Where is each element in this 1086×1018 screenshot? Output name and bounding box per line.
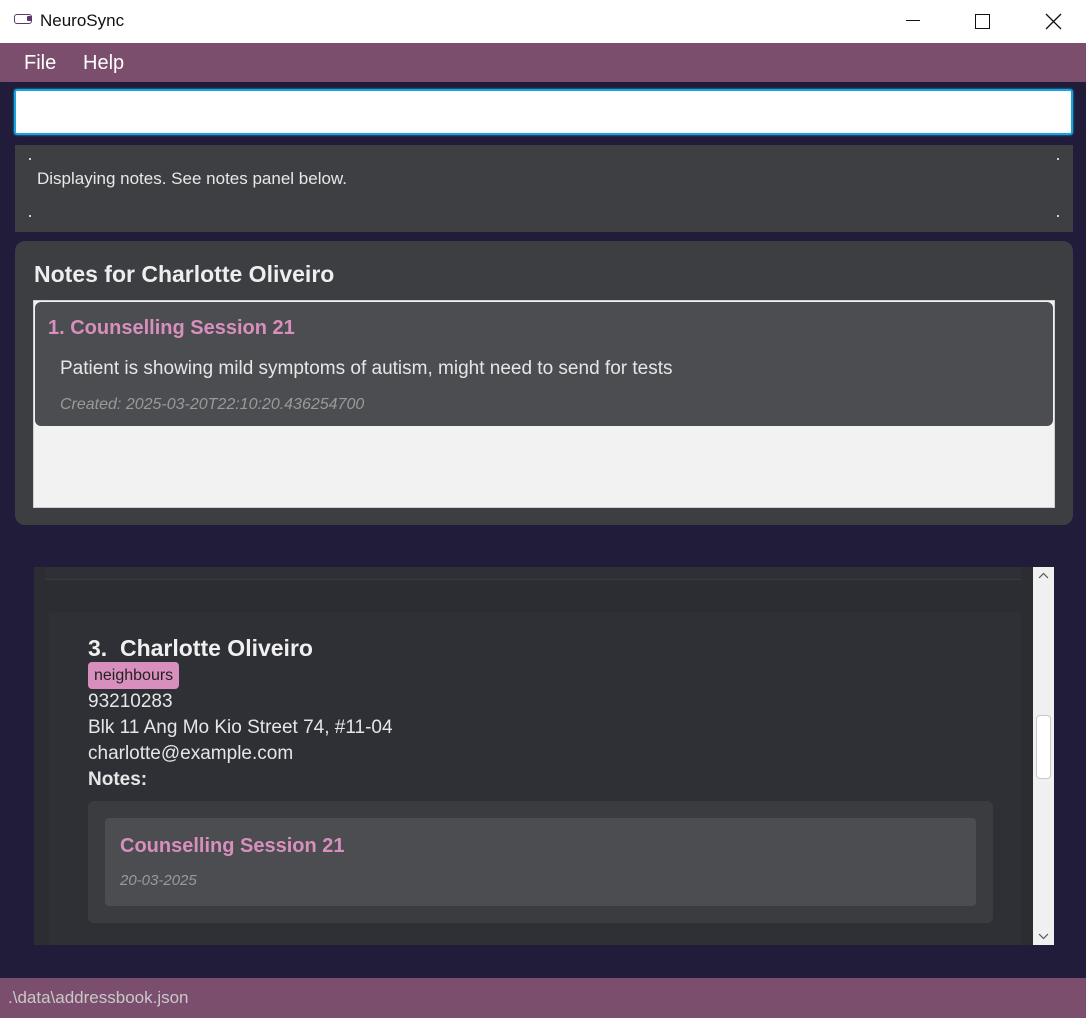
person-notes-container: Counselling Session 21 20-03-2025 xyxy=(88,801,993,923)
notes-panel: Notes for Charlotte Oliveiro 1. Counsell… xyxy=(15,241,1073,525)
result-display: Displaying notes. See notes panel below. xyxy=(15,145,1073,232)
scroll-up-button[interactable] xyxy=(1033,567,1054,584)
title-bar: NeuroSync xyxy=(0,0,1086,43)
corner-dot xyxy=(29,215,31,217)
scroll-down-button[interactable] xyxy=(1033,928,1054,945)
person-note-title: Counselling Session 21 xyxy=(120,835,345,857)
person-name: 3. Charlotte Oliveiro xyxy=(88,635,313,661)
app-icon xyxy=(14,14,32,24)
corner-dot xyxy=(1057,158,1059,160)
person-address: Blk 11 Ang Mo Kio Street 74, #11-04 xyxy=(88,717,393,738)
window-title: NeuroSync xyxy=(40,11,125,30)
note-content: Patient is showing mild symptoms of auti… xyxy=(60,358,673,379)
menu-help[interactable]: Help xyxy=(83,52,124,75)
command-box xyxy=(14,89,1073,135)
person-note-card[interactable]: Counselling Session 21 20-03-2025 xyxy=(105,818,976,906)
person-notes-label: Notes: xyxy=(88,769,148,790)
scroll-thumb[interactable] xyxy=(1036,715,1051,779)
note-created: Created: 2025-03-20T22:10:20.436254700 xyxy=(60,396,365,413)
corner-dot xyxy=(1057,215,1059,217)
chevron-down-icon xyxy=(1038,933,1049,940)
notes-panel-title: Notes for Charlotte Oliveiro xyxy=(34,261,335,287)
close-icon xyxy=(1045,13,1061,30)
status-bar: .\data\addressbook.json xyxy=(0,978,1086,1018)
person-list-scrollbar[interactable] xyxy=(1033,567,1054,945)
result-message: Displaying notes. See notes panel below. xyxy=(37,169,347,188)
person-card-partial[interactable] xyxy=(45,567,1021,580)
chevron-up-icon xyxy=(1038,572,1049,579)
close-button[interactable] xyxy=(1018,0,1086,43)
note-card[interactable]: 1. Counselling Session 21 Patient is sho… xyxy=(35,302,1053,426)
maximize-button[interactable] xyxy=(947,0,1017,43)
minimize-icon xyxy=(906,20,920,21)
note-title: 1. Counselling Session 21 xyxy=(48,317,295,339)
corner-dot xyxy=(29,158,31,160)
menu-bar: File Help xyxy=(0,43,1086,82)
person-card[interactable]: 3. Charlotte Oliveiro neighbours 9321028… xyxy=(49,612,1021,945)
minimize-button[interactable] xyxy=(878,0,948,43)
person-phone: 93210283 xyxy=(88,691,173,712)
person-email: charlotte@example.com xyxy=(88,743,294,764)
data-file-path: .\data\addressbook.json xyxy=(8,988,189,1007)
notes-list[interactable]: 1. Counselling Session 21 Patient is sho… xyxy=(33,300,1055,508)
command-input[interactable] xyxy=(16,91,1071,133)
person-list[interactable]: 3. Charlotte Oliveiro neighbours 9321028… xyxy=(34,567,1054,945)
person-note-date: 20-03-2025 xyxy=(120,872,197,889)
maximize-icon xyxy=(974,14,990,29)
tag-badge: neighbours xyxy=(88,662,180,689)
menu-file[interactable]: File xyxy=(24,52,56,75)
